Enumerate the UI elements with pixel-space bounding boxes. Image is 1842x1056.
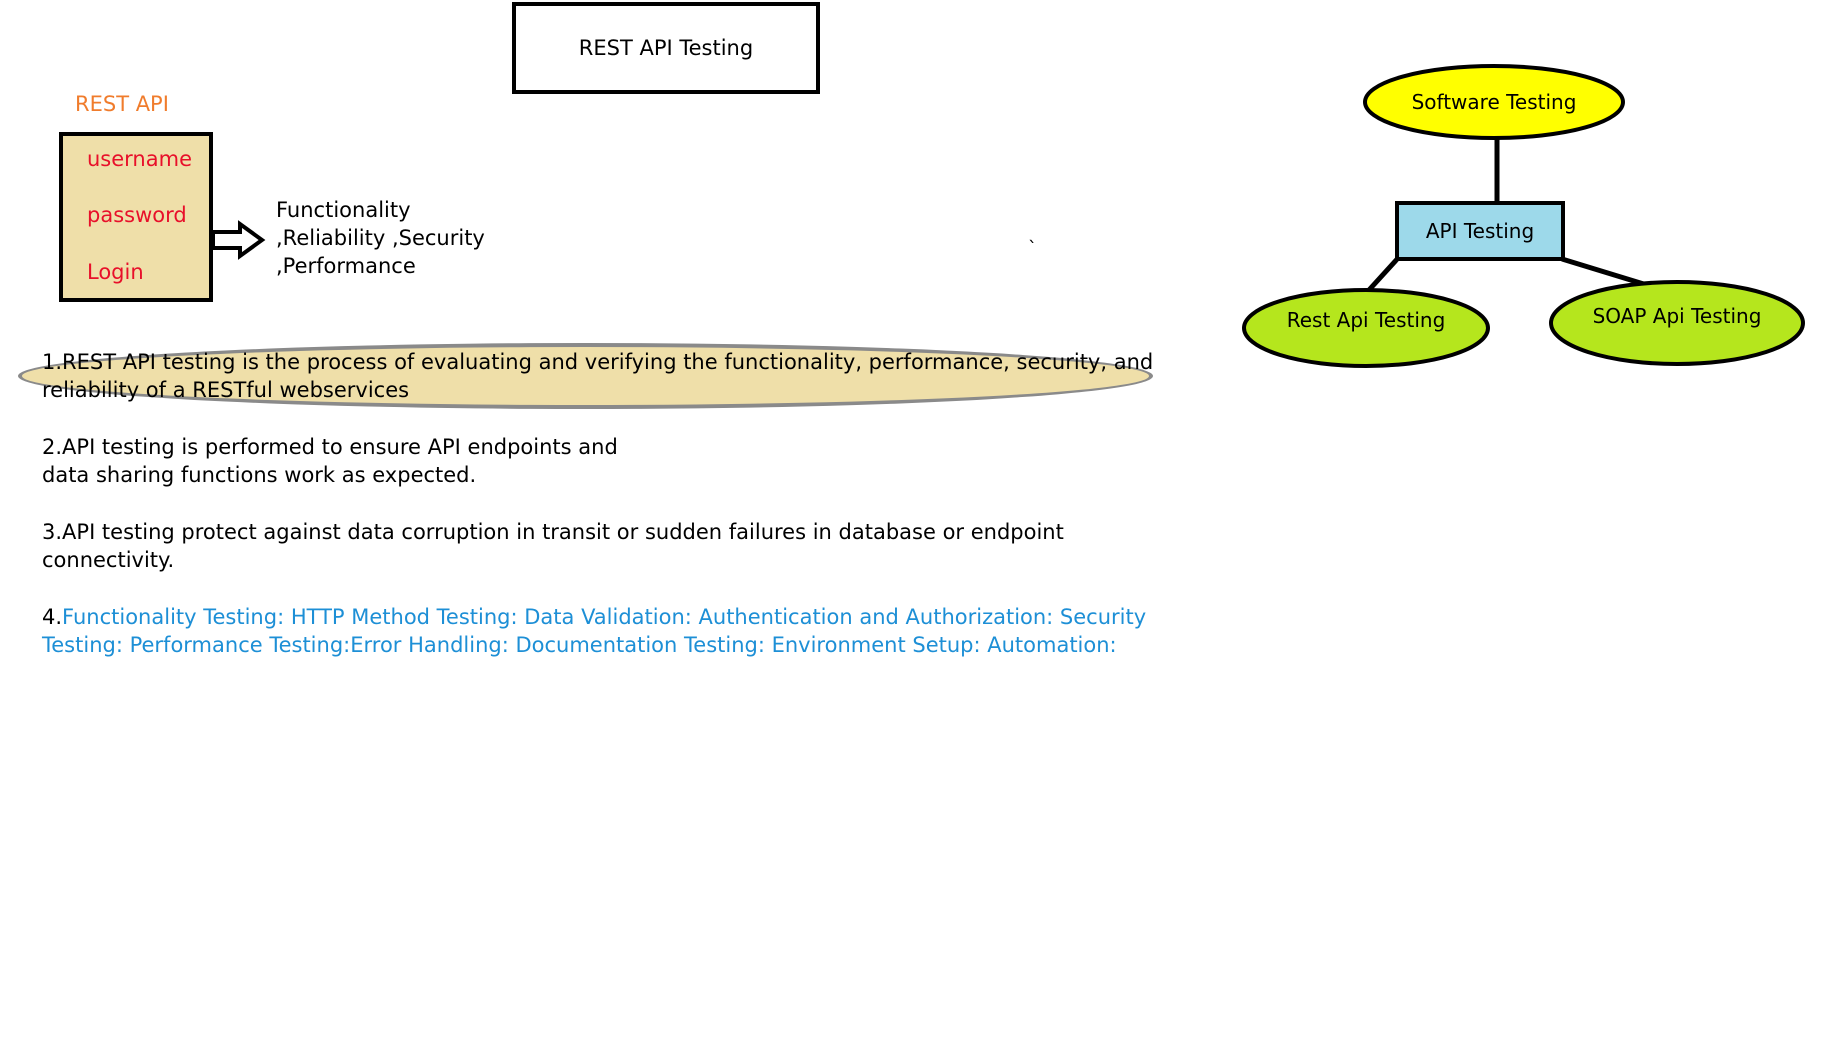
middle-node-label: API Testing bbox=[1425, 219, 1535, 243]
testing-hierarchy-diagram bbox=[1242, 64, 1805, 368]
right-leaf-label: SOAP Api Testing bbox=[1592, 304, 1762, 328]
edge-middle-left bbox=[1367, 255, 1401, 292]
edge-middle-right bbox=[1561, 256, 1648, 288]
root-node-label: Software Testing bbox=[1411, 90, 1577, 114]
left-leaf-label: Rest Api Testing bbox=[1286, 308, 1446, 332]
